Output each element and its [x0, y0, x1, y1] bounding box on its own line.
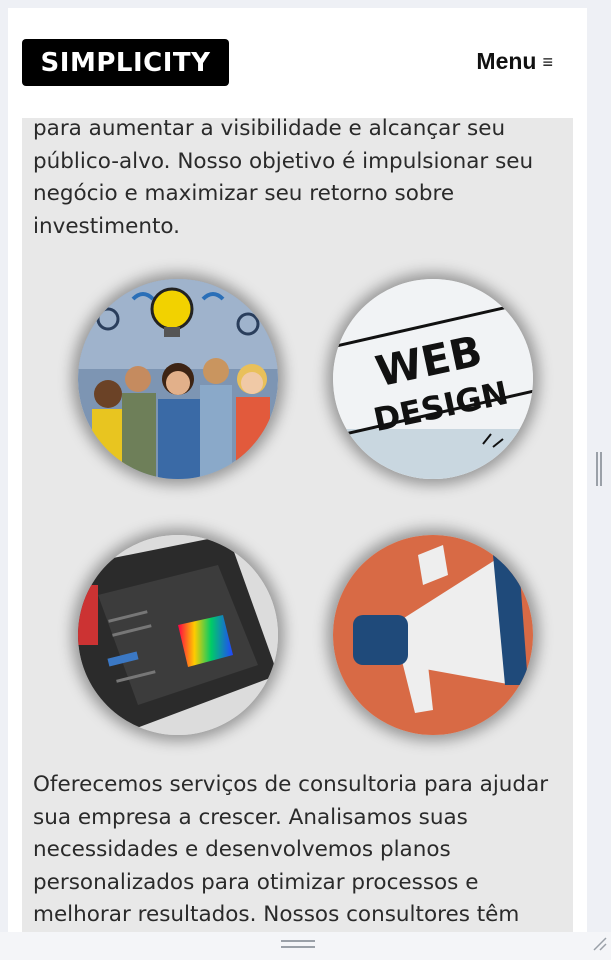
menu-label: Menu — [476, 48, 537, 74]
main-content: para aumentar a visibilidade e alcançar … — [22, 118, 573, 932]
web-design-image: WEB DESIGN — [333, 279, 533, 479]
megaphone-illustration — [333, 535, 533, 735]
team-people-illustration — [78, 279, 278, 479]
web-design-illustration: WEB DESIGN — [333, 279, 533, 479]
photo-editor-image — [78, 535, 278, 735]
page-viewport: SIMPLICITY Menu ≡ para aumentar a visibi… — [8, 8, 587, 932]
resize-corner-icon[interactable] — [590, 934, 608, 952]
photo-editor-illustration — [78, 535, 278, 735]
vertical-resize-handle[interactable] — [596, 452, 602, 486]
hamburger-icon: ≡ — [542, 51, 553, 72]
horizontal-resize-handle[interactable] — [281, 940, 315, 948]
site-logo[interactable]: SIMPLICITY — [22, 39, 229, 86]
team-people-image — [78, 279, 278, 479]
consulting-paragraph: Oferecemos serviços de consultoria para … — [33, 772, 549, 927]
megaphone-image — [333, 535, 533, 735]
site-header: SIMPLICITY Menu ≡ — [8, 8, 587, 118]
intro-paragraph: para aumentar a visibilidade e alcançar … — [33, 118, 534, 239]
menu-button[interactable]: Menu ≡ — [476, 48, 553, 75]
